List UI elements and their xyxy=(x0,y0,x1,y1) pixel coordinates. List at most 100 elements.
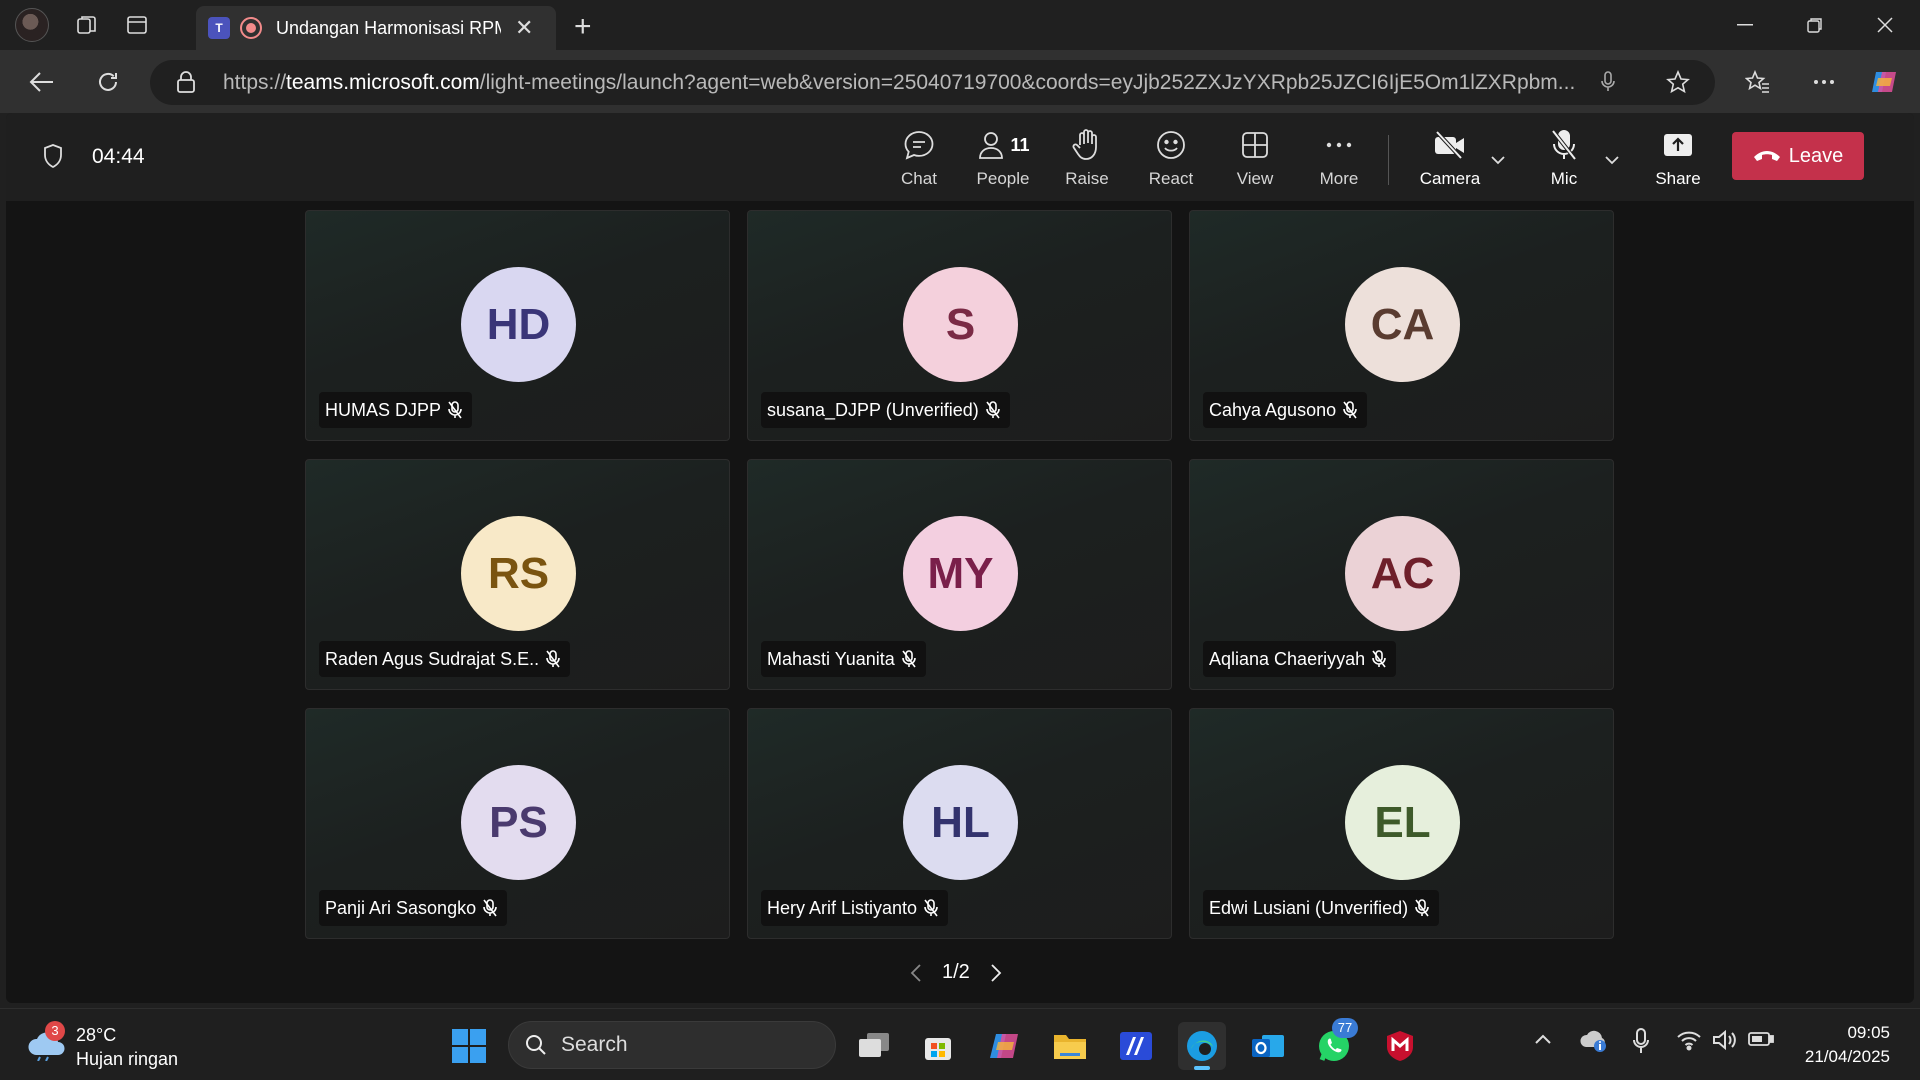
more-button[interactable]: More xyxy=(1297,127,1381,193)
chat-button[interactable]: Chat xyxy=(877,127,961,193)
participant-avatar: EL xyxy=(1345,765,1460,880)
profile-avatar[interactable] xyxy=(15,8,49,42)
back-icon[interactable] xyxy=(22,62,62,102)
tab-actions-icon[interactable] xyxy=(119,7,155,43)
system-clock[interactable]: 09:05 21/04/2025 xyxy=(1805,1021,1890,1069)
shield-icon[interactable] xyxy=(42,143,64,169)
close-window-icon[interactable] xyxy=(1850,0,1920,50)
tab-title: Undangan Harmonisasi RPM xyxy=(276,17,501,38)
whatsapp-icon[interactable]: 77 xyxy=(1310,1018,1358,1070)
muted-mic-icon xyxy=(895,650,917,668)
weather-widget[interactable]: 3 28°C Hujan ringan xyxy=(26,1021,226,1070)
onedrive-icon[interactable] xyxy=(1580,1029,1608,1053)
participant-name-tag: susana_DJPP (Unverified) xyxy=(761,392,1010,428)
edge-browser-icon[interactable] xyxy=(1178,1022,1226,1070)
teams-meeting-window: 04:44 Chat 11 People Raise React View Mo… xyxy=(6,113,1914,1003)
window-controls xyxy=(1710,0,1920,50)
taskbar-search[interactable]: Search xyxy=(508,1021,836,1069)
refresh-icon[interactable] xyxy=(88,62,128,102)
participant-tile[interactable]: RS Raden Agus Sudrajat S.E.. xyxy=(305,459,730,690)
show-hidden-icons-chevron[interactable] xyxy=(1534,1033,1552,1045)
copilot-app-icon[interactable] xyxy=(980,1022,1028,1070)
tab-close-icon[interactable]: ✕ xyxy=(515,15,533,41)
participant-tile[interactable]: AC Aqliana Chaeriyyah xyxy=(1189,459,1614,690)
search-placeholder: Search xyxy=(561,1033,628,1056)
outlook-icon[interactable] xyxy=(1244,1022,1292,1070)
mcafee-icon[interactable] xyxy=(1376,1022,1424,1070)
chat-icon xyxy=(903,127,935,163)
participant-tile[interactable]: MY Mahasti Yuanita xyxy=(747,459,1172,690)
meeting-timer: 04:44 xyxy=(92,145,145,168)
weather-condition: Hujan ringan xyxy=(76,1049,179,1069)
url-domain: teams.microsoft.com xyxy=(286,70,480,94)
camera-button[interactable]: Camera xyxy=(1408,127,1492,193)
participant-name-tag: Mahasti Yuanita xyxy=(761,641,926,677)
react-label: React xyxy=(1148,169,1194,188)
taskbar: 3 28°C Hujan ringan Search 77 09:05 21/0… xyxy=(0,1008,1920,1080)
wifi-icon[interactable] xyxy=(1676,1029,1702,1051)
participant-tile[interactable]: HD HUMAS DJPP xyxy=(305,210,730,441)
pagination: 1/2 xyxy=(910,961,1002,984)
file-explorer-icon[interactable] xyxy=(1046,1022,1094,1070)
page-indicator: 1/2 xyxy=(942,961,970,983)
task-view-icon[interactable] xyxy=(850,1022,898,1070)
lock-icon[interactable] xyxy=(176,71,196,93)
participant-avatar: HD xyxy=(461,267,576,382)
new-tab-icon[interactable]: + xyxy=(574,10,592,44)
copilot-icon[interactable] xyxy=(1864,62,1904,102)
temperature: 28°C xyxy=(76,1025,117,1045)
camera-options-chevron-icon[interactable] xyxy=(1490,155,1506,165)
microsoft-store-icon[interactable] xyxy=(914,1022,962,1070)
muted-mic-icon xyxy=(917,899,939,917)
more-dots-icon xyxy=(1326,127,1352,163)
participant-avatar: HL xyxy=(903,765,1018,880)
raise-label: Raise xyxy=(1065,169,1109,188)
mic-permission-icon[interactable] xyxy=(1600,71,1616,93)
leave-button[interactable]: Leave xyxy=(1732,132,1864,180)
favorite-star-icon[interactable] xyxy=(1666,70,1690,94)
previous-page-icon[interactable] xyxy=(910,963,922,983)
participant-tile[interactable]: Ssusana_DJPP (Unverified) xyxy=(747,210,1172,441)
favorites-icon[interactable] xyxy=(1738,62,1778,102)
participant-avatar: AC xyxy=(1345,516,1460,631)
recording-icon xyxy=(240,17,262,39)
participant-name: HUMAS DJPP xyxy=(325,399,442,420)
microphone-tray-icon[interactable] xyxy=(1632,1027,1650,1055)
restore-icon[interactable] xyxy=(1780,0,1850,50)
muted-mic-icon xyxy=(441,401,463,419)
battery-icon[interactable] xyxy=(1748,1031,1774,1047)
next-page-icon[interactable] xyxy=(990,963,1002,983)
browser-toolbar: https://teams.microsoft.com/light-meetin… xyxy=(0,50,1920,113)
participant-avatar: S xyxy=(903,267,1018,382)
participant-name-tag: Panji Ari Sasongko xyxy=(319,890,508,926)
participant-tile[interactable]: CA Cahya Agusono xyxy=(1189,210,1614,441)
mic-button[interactable]: Mic xyxy=(1522,127,1606,193)
participant-avatar: PS xyxy=(461,765,576,880)
participant-name: Aqliana Chaeriyyah xyxy=(1209,648,1366,669)
editor-app-icon[interactable] xyxy=(1112,1022,1160,1070)
raise-hand-button[interactable]: Raise xyxy=(1045,127,1129,193)
hang-up-icon xyxy=(1753,151,1780,161)
minimize-icon[interactable] xyxy=(1710,0,1780,50)
share-screen-icon xyxy=(1662,127,1694,163)
more-options-icon[interactable] xyxy=(1804,62,1844,102)
participant-tile[interactable]: PS Panji Ari Sasongko xyxy=(305,708,730,939)
active-browser-tab[interactable]: T Undangan Harmonisasi RPM ✕ xyxy=(196,6,556,50)
address-bar[interactable]: https://teams.microsoft.com/light-meetin… xyxy=(150,60,1715,105)
workspaces-icon[interactable] xyxy=(69,7,105,43)
react-button[interactable]: React xyxy=(1129,127,1213,193)
muted-mic-icon xyxy=(1365,650,1387,668)
share-label: Share xyxy=(1655,169,1701,188)
participant-tile[interactable]: EL Edwi Lusiani (Unverified) xyxy=(1189,708,1614,939)
meeting-toolbar: 04:44 Chat 11 People Raise React View Mo… xyxy=(6,113,1914,201)
clock-time: 09:05 xyxy=(1847,1023,1890,1042)
clock-date: 21/04/2025 xyxy=(1804,1047,1890,1066)
people-button[interactable]: 11 People xyxy=(961,127,1045,193)
participant-tile[interactable]: HL Hery Arif Listiyanto xyxy=(747,708,1172,939)
muted-mic-icon xyxy=(1408,899,1430,917)
view-button[interactable]: View xyxy=(1213,127,1297,193)
mic-options-chevron-icon[interactable] xyxy=(1604,155,1620,165)
share-button[interactable]: Share xyxy=(1636,127,1720,193)
volume-icon[interactable] xyxy=(1712,1029,1738,1051)
windows-start-icon[interactable] xyxy=(452,1029,486,1063)
